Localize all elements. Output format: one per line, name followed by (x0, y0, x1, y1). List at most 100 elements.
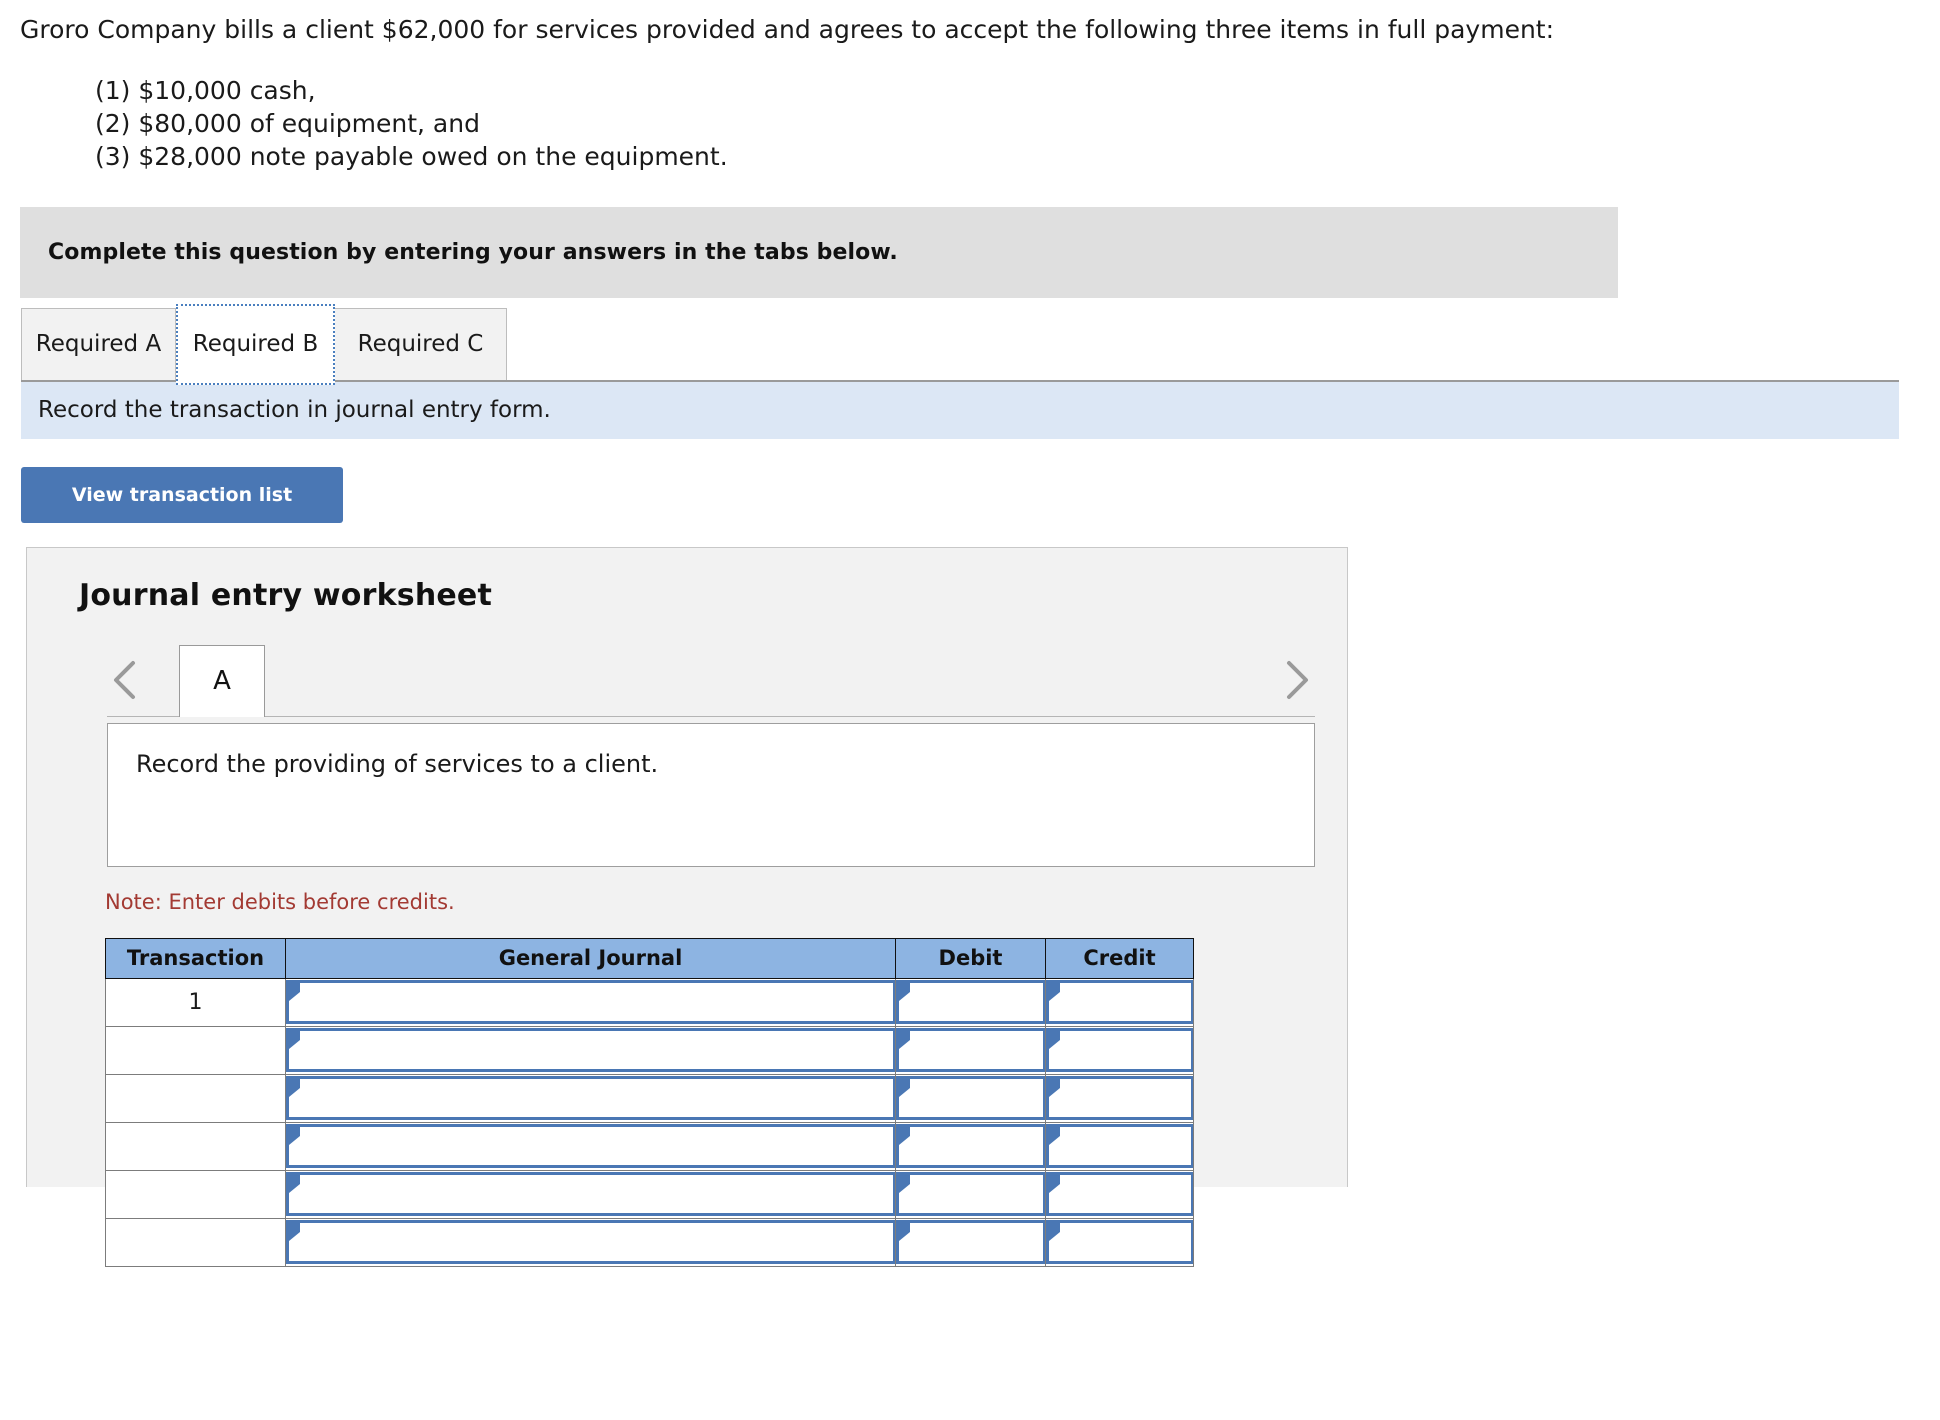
transaction-number-cell-2 (105, 1025, 286, 1075)
credit-input-2[interactable] (1062, 1031, 1188, 1069)
worksheet-tab-underline (107, 715, 1315, 717)
debit-input-4[interactable] (912, 1127, 1040, 1165)
table-row (105, 1169, 1194, 1219)
credit-cell-5[interactable] (1045, 1169, 1194, 1219)
credit-input-5[interactable] (1062, 1175, 1188, 1213)
general-journal-cell-2[interactable] (285, 1025, 896, 1075)
debit-input-6[interactable] (912, 1223, 1040, 1261)
worksheet-entry-tab-a-label: A (213, 666, 231, 696)
credit-input-3[interactable] (1062, 1079, 1188, 1117)
debit-cell-1[interactable] (895, 977, 1046, 1027)
instruction-text: Record the transaction in journal entry … (38, 396, 551, 423)
credit-cell-1[interactable] (1045, 977, 1194, 1027)
general-journal-input-6[interactable] (302, 1223, 890, 1261)
general-journal-input-3[interactable] (302, 1079, 890, 1117)
general-journal-cellbox-5[interactable] (286, 1172, 895, 1216)
debit-cell-5[interactable] (895, 1169, 1046, 1219)
tab-required-b[interactable]: Required B (176, 303, 335, 385)
credit-cellbox-6[interactable] (1046, 1220, 1193, 1264)
general-journal-cell-6[interactable] (285, 1217, 896, 1267)
credit-cellbox-4[interactable] (1046, 1124, 1193, 1168)
chevron-right-icon[interactable] (1279, 657, 1313, 703)
instruction-banner: Record the transaction in journal entry … (21, 380, 1899, 439)
debit-cell-6[interactable] (895, 1217, 1046, 1267)
general-journal-input-1[interactable] (302, 983, 890, 1021)
transaction-number-cell-4 (105, 1121, 286, 1171)
general-journal-cellbox-4[interactable] (286, 1124, 895, 1168)
credit-cellbox-2[interactable] (1046, 1028, 1193, 1072)
tab-required-a-label: Required A (35, 331, 162, 357)
problem-lead-text: Groro Company bills a client $62,000 for… (20, 15, 1555, 44)
credit-input-6[interactable] (1062, 1223, 1188, 1261)
journal-table-header-row: Transaction General Journal Debit Credit (105, 937, 1194, 979)
debit-cellbox-2[interactable] (896, 1028, 1045, 1072)
general-journal-cellbox-2[interactable] (286, 1028, 895, 1072)
debit-input-2[interactable] (912, 1031, 1040, 1069)
tab-required-c[interactable]: Required C (334, 307, 507, 381)
general-journal-input-2[interactable] (302, 1031, 890, 1069)
general-journal-cellbox-3[interactable] (286, 1076, 895, 1120)
general-journal-cell-3[interactable] (285, 1073, 896, 1123)
worksheet-entry-tab-a[interactable]: A (179, 644, 265, 717)
debit-cellbox-6[interactable] (896, 1220, 1045, 1264)
debit-input-5[interactable] (912, 1175, 1040, 1213)
debit-cellbox-3[interactable] (896, 1076, 1045, 1120)
general-journal-cell-1[interactable] (285, 977, 896, 1027)
table-row (105, 1217, 1194, 1267)
credit-cell-3[interactable] (1045, 1073, 1194, 1123)
table-row (105, 1121, 1194, 1171)
journal-table-body: 1 (105, 977, 1194, 1267)
general-journal-input-4[interactable] (302, 1127, 890, 1165)
problem-item-3: (3) $28,000 note payable owed on the equ… (95, 141, 728, 171)
column-header-general-journal: General Journal (285, 937, 896, 979)
debit-cellbox-4[interactable] (896, 1124, 1045, 1168)
credit-input-4[interactable] (1062, 1127, 1188, 1165)
complete-question-text: Complete this question by entering your … (48, 239, 898, 265)
debit-cellbox-1[interactable] (896, 980, 1045, 1024)
problem-statement: Groro Company bills a client $62,000 for… (0, 0, 1940, 174)
transaction-number-cell-6 (105, 1217, 286, 1267)
credit-cellbox-1[interactable] (1046, 980, 1193, 1024)
transaction-number-cell-3 (105, 1073, 286, 1123)
tab-required-c-label: Required C (357, 331, 484, 357)
general-journal-input-5[interactable] (302, 1175, 890, 1213)
credit-cell-4[interactable] (1045, 1121, 1194, 1171)
column-header-debit: Debit (895, 937, 1046, 979)
worksheet-description-box: Record the providing of services to a cl… (107, 722, 1315, 867)
view-transaction-list-button[interactable]: View transaction list (21, 466, 343, 523)
column-header-credit: Credit (1045, 937, 1194, 979)
worksheet-title: Journal entry worksheet (79, 577, 493, 613)
credit-cell-2[interactable] (1045, 1025, 1194, 1075)
tab-required-b-label: Required B (192, 331, 319, 357)
debit-cell-2[interactable] (895, 1025, 1046, 1075)
worksheet-description-text: Record the providing of services to a cl… (136, 749, 659, 778)
table-row (105, 1073, 1194, 1123)
table-row: 1 (105, 977, 1194, 1027)
debit-cellbox-5[interactable] (896, 1172, 1045, 1216)
worksheet-note: Note: Enter debits before credits. (105, 889, 455, 914)
debit-input-1[interactable] (912, 983, 1040, 1021)
journal-entry-worksheet-panel: Journal entry worksheet A Record the pro… (26, 546, 1348, 1267)
credit-input-1[interactable] (1062, 983, 1188, 1021)
general-journal-cellbox-6[interactable] (286, 1220, 895, 1264)
credit-cell-6[interactable] (1045, 1217, 1194, 1267)
debit-cell-4[interactable] (895, 1121, 1046, 1171)
debit-cell-3[interactable] (895, 1073, 1046, 1123)
general-journal-cellbox-1[interactable] (286, 980, 895, 1024)
transaction-number-cell-5 (105, 1169, 286, 1219)
problem-item-1: (1) $10,000 cash, (95, 76, 316, 106)
general-journal-cell-4[interactable] (285, 1121, 896, 1171)
table-row (105, 1025, 1194, 1075)
problem-item-2: (2) $80,000 of equipment, and (95, 109, 480, 138)
credit-cellbox-3[interactable] (1046, 1076, 1193, 1120)
journal-entry-table: Transaction General Journal Debit Credit… (105, 937, 1194, 1267)
complete-question-banner: Complete this question by entering your … (20, 206, 1618, 298)
worksheet-tab-row: A (27, 644, 1347, 717)
debit-input-3[interactable] (912, 1079, 1040, 1117)
credit-cellbox-5[interactable] (1046, 1172, 1193, 1216)
tab-required-a[interactable]: Required A (21, 307, 176, 381)
chevron-left-icon[interactable] (109, 657, 143, 703)
general-journal-cell-5[interactable] (285, 1169, 896, 1219)
transaction-number-cell-1: 1 (105, 977, 286, 1027)
problem-item-list: (1) $10,000 cash, (2) $80,000 of equipme… (20, 75, 1920, 173)
